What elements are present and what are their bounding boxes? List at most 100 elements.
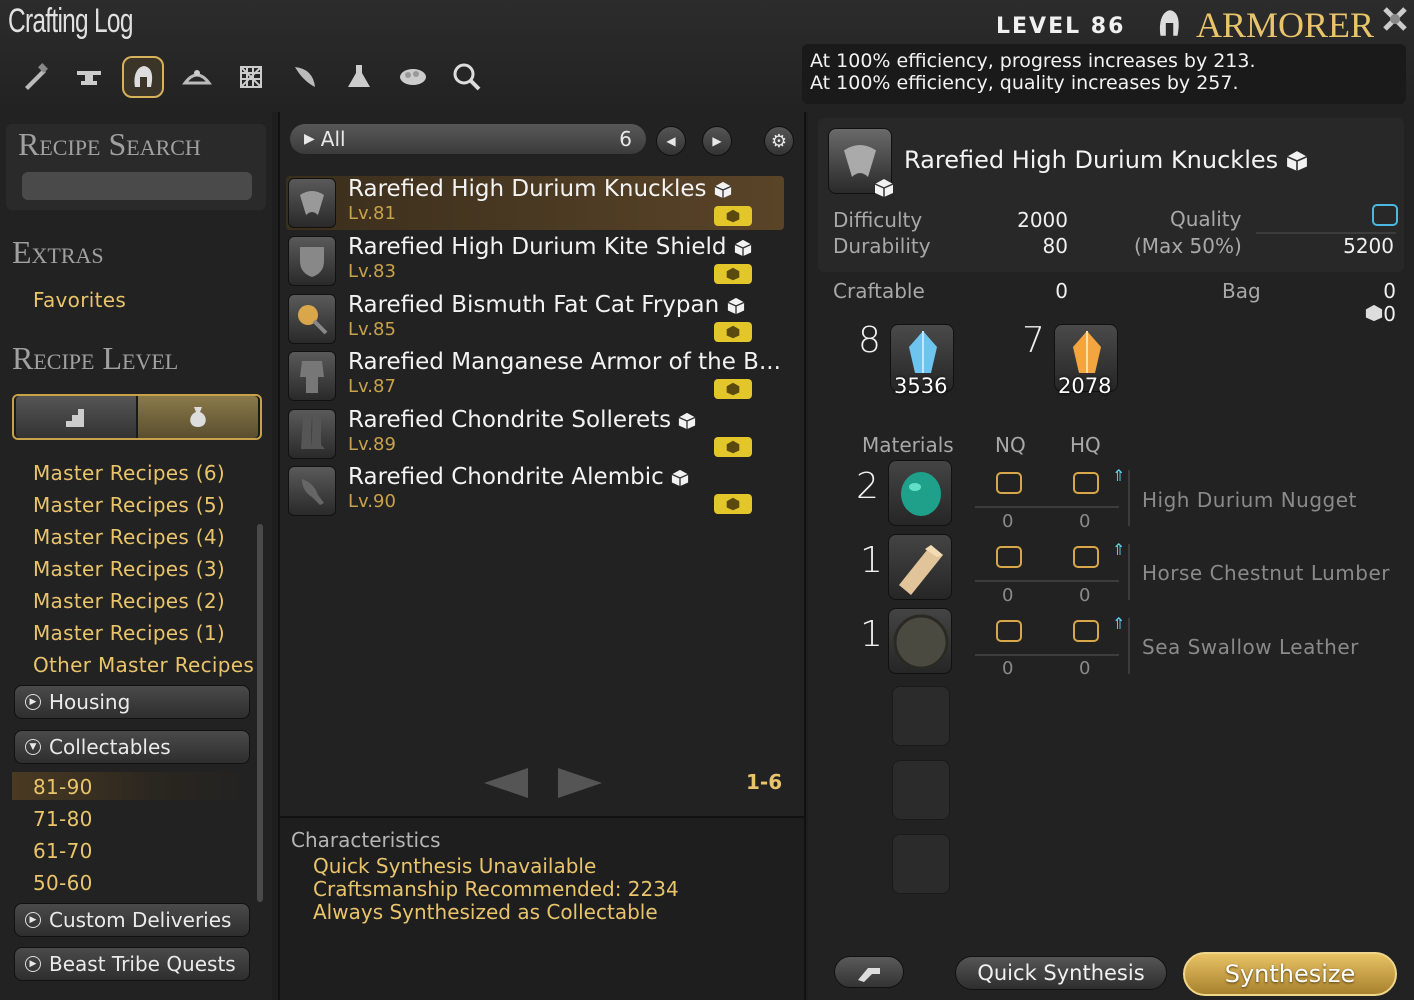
collectable-badge-icon <box>714 494 752 514</box>
collectables-category[interactable]: ▼ Collectables <box>14 730 250 764</box>
custom-deliveries-category[interactable]: ▶ Custom Deliveries <box>14 903 250 937</box>
level-range-81-90[interactable]: 81-90 <box>33 775 93 799</box>
bag-label: Bag <box>1222 279 1261 303</box>
leather-knife-icon[interactable] <box>284 56 326 98</box>
materials-label: Materials <box>862 433 954 457</box>
recipe-count: 6 <box>619 127 632 151</box>
collectable-badge-icon <box>714 437 752 457</box>
empty-material-slot <box>892 760 950 820</box>
horse-chestnut-lumber-icon[interactable] <box>888 534 952 600</box>
anvil-icon[interactable] <box>68 56 110 98</box>
recipe-level: Lv.81 <box>348 203 396 224</box>
master-sort-button[interactable] <box>138 396 258 438</box>
money-bag-icon <box>190 407 206 427</box>
high-durium-nugget-icon[interactable] <box>888 460 952 526</box>
durability-label: Durability <box>833 234 931 258</box>
recipe-row[interactable]: Rarefied Chondrite Alembic Lv.90 <box>286 464 784 518</box>
recipe-row[interactable]: Rarefied High Durium Knuckles Lv.81 <box>286 176 784 230</box>
recipe-row[interactable]: Rarefied Chondrite Sollerets Lv.89 <box>286 407 784 461</box>
nq-checkbox[interactable] <box>996 472 1022 494</box>
next-page-icon[interactable] <box>556 766 604 800</box>
hand-scroll-icon <box>858 968 880 982</box>
favorites-item[interactable]: Favorites <box>33 288 126 312</box>
characteristic-line: Quick Synthesis Unavailable <box>313 854 597 878</box>
bag-value: 0 <box>1383 279 1396 303</box>
prev-filter-button[interactable]: ◀ <box>656 126 686 156</box>
recipe-row[interactable]: Rarefied Manganese Armor of the B... Lv.… <box>286 349 784 403</box>
housing-category[interactable]: ▶ Housing <box>14 685 250 719</box>
material-qty: 1 <box>860 614 883 655</box>
master-recipes-2[interactable]: Master Recipes (2) <box>33 589 225 613</box>
master-recipes-4[interactable]: Master Recipes (4) <box>33 525 225 549</box>
material-divider <box>975 654 1119 656</box>
armorer-job-icon <box>1159 10 1179 36</box>
recipe-name: Rarefied Manganese Armor of the B... <box>348 349 781 375</box>
synthesize-button[interactable]: Synthesize <box>1183 952 1397 996</box>
recipe-level: Lv.89 <box>348 434 396 455</box>
level-range-71-80[interactable]: 71-80 <box>33 807 93 831</box>
quick-synthesis-button[interactable]: Quick Synthesis <box>955 956 1167 990</box>
progress-efficiency: At 100% efficiency, progress increases b… <box>810 50 1256 72</box>
collectable-cube-icon <box>1286 151 1308 171</box>
recipe-name: Rarefied High Durium Kite Shield <box>348 234 727 260</box>
carpenter-hammer-icon[interactable] <box>14 56 56 98</box>
level-sort-button[interactable] <box>16 396 136 438</box>
max-quality-label: (Max 50%) <box>1134 234 1242 258</box>
weaver-loom-icon[interactable] <box>230 56 272 98</box>
hq-checkbox[interactable] <box>1073 620 1099 642</box>
master-recipes-5[interactable]: Master Recipes (5) <box>33 493 225 517</box>
nq-checkbox[interactable] <box>996 546 1022 568</box>
sidebar-scrollbar[interactable] <box>257 524 263 902</box>
kite-shield-icon <box>288 236 336 286</box>
master-recipes-3[interactable]: Master Recipes (3) <box>33 557 225 581</box>
material-hq-count: 0 <box>1079 658 1091 679</box>
level-range-50-60[interactable]: 50-60 <box>33 871 93 895</box>
nq-checkbox[interactable] <box>996 620 1022 642</box>
other-master-recipes[interactable]: Other Master Recipes <box>33 653 254 677</box>
characteristics-list: Quick Synthesis Unavailable Craftsmanshi… <box>313 855 679 924</box>
collectable-badge-icon <box>714 264 752 284</box>
beast-tribe-category[interactable]: ▶ Beast Tribe Quests <box>14 947 250 981</box>
filter-dropdown[interactable]: ▶ All 6 <box>290 124 646 154</box>
chevron-down-icon: ▼ <box>25 739 41 755</box>
material-divider <box>1128 544 1130 600</box>
sea-swallow-leather-icon[interactable] <box>888 608 952 674</box>
search-icon[interactable] <box>446 56 488 98</box>
characteristic-line: Always Synthesized as Collectable <box>313 900 658 924</box>
material-hq-count: 0 <box>1079 585 1091 606</box>
job-level: LEVEL 86 <box>996 14 1126 39</box>
prev-page-icon[interactable] <box>482 766 530 800</box>
housing-label: Housing <box>49 690 131 714</box>
page-range: 1-6 <box>746 770 783 794</box>
material-qty: 1 <box>860 540 883 581</box>
collectable-cube-icon <box>727 297 744 314</box>
craftable-value: 0 <box>1055 279 1068 303</box>
armorer-helm-icon[interactable] <box>122 56 164 98</box>
chevron-left-icon: ◀ <box>666 134 676 148</box>
recipe-search-input[interactable] <box>22 172 252 200</box>
chevron-right-icon: ▶ <box>712 134 722 148</box>
trial-synthesis-button[interactable] <box>834 956 904 988</box>
next-filter-button[interactable]: ▶ <box>702 126 732 156</box>
hq-checkbox[interactable] <box>1073 472 1099 494</box>
close-icon[interactable] <box>1380 4 1410 34</box>
chevron-right-icon: ▶ <box>25 694 41 710</box>
settings-button[interactable]: ⚙ <box>764 126 794 156</box>
quality-efficiency: At 100% efficiency, quality increases by… <box>810 72 1239 94</box>
master-recipes-1[interactable]: Master Recipes (1) <box>33 621 225 645</box>
collectable-cube-icon <box>671 469 689 486</box>
culinarian-pot-icon[interactable] <box>392 56 434 98</box>
window-title: Crafting Log <box>8 2 133 40</box>
collectable-cube-icon <box>714 181 732 198</box>
level-range-61-70[interactable]: 61-70 <box>33 839 93 863</box>
goldsmith-tiara-icon[interactable] <box>176 56 218 98</box>
material-nq-count: 0 <box>1002 585 1014 606</box>
characteristics-title: Characteristics <box>291 828 441 852</box>
master-recipes-6[interactable]: Master Recipes (6) <box>33 461 225 485</box>
recipe-row[interactable]: Rarefied Bismuth Fat Cat Frypan Lv.85 <box>286 292 784 346</box>
alchemist-flask-icon[interactable] <box>338 56 380 98</box>
recipe-row[interactable]: Rarefied High Durium Kite Shield Lv.83 <box>286 234 784 288</box>
hq-checkbox[interactable] <box>1073 546 1099 568</box>
crystal-needed: 8 <box>858 320 881 361</box>
material-nq-count: 0 <box>1002 511 1014 532</box>
